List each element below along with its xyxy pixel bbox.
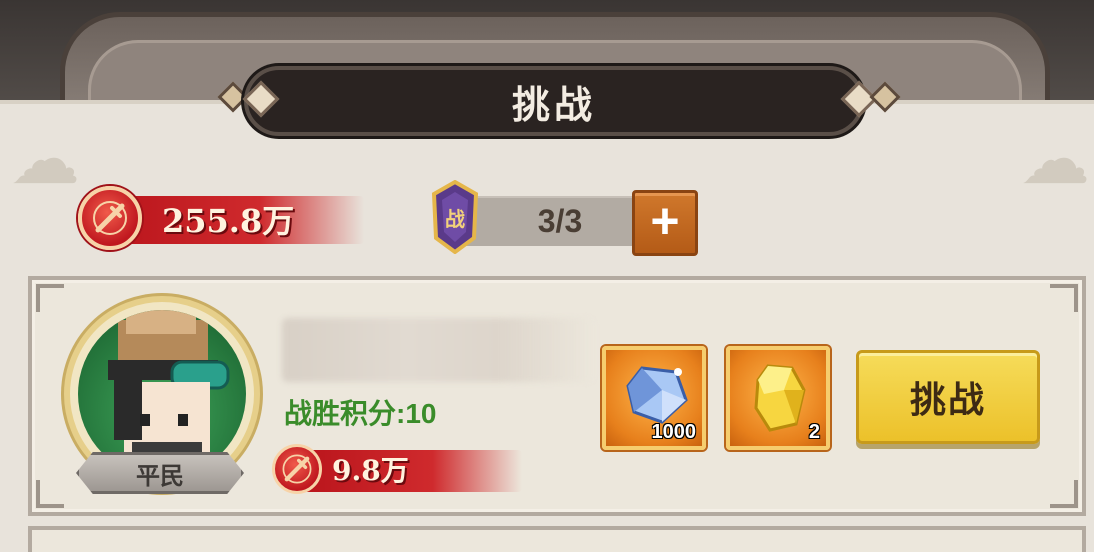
- svg-text:战: 战: [445, 207, 465, 231]
- challenge-button-label: 挑战: [909, 379, 986, 420]
- stamina-value: 3/3: [537, 203, 583, 239]
- rank-badge: 平民: [76, 452, 244, 494]
- card-corner-ornament: [1050, 480, 1078, 508]
- sword-emblem-icon: [78, 186, 142, 250]
- reward-count: 1000: [651, 421, 697, 443]
- combat-power-value: 255.8万: [162, 202, 295, 240]
- cloud-ornament-right: ☁: [1020, 118, 1090, 200]
- reward-slot[interactable]: 2: [726, 346, 830, 450]
- player-name-blurred: [282, 318, 594, 382]
- add-stamina-button[interactable]: +: [632, 190, 698, 256]
- title-banner: 挑战: [244, 66, 864, 136]
- sword-emblem-icon: [272, 444, 322, 494]
- plus-icon: +: [650, 193, 680, 249]
- rank-label: 平民: [136, 462, 184, 490]
- opponent-card-next: [28, 526, 1086, 552]
- opponent-power-value: 9.8万: [332, 454, 409, 487]
- card-corner-ornament: [36, 284, 64, 312]
- challenge-button[interactable]: 挑战: [856, 350, 1040, 444]
- reward-slot[interactable]: 1000: [602, 346, 706, 450]
- page-title: 挑战: [511, 82, 596, 127]
- card-corner-ornament: [36, 480, 64, 508]
- victory-score: 战胜积分:10: [284, 398, 437, 429]
- battle-token-icon: 战: [428, 179, 482, 255]
- reward-count: 2: [808, 421, 820, 443]
- card-corner-ornament: [1050, 284, 1078, 312]
- cloud-ornament-left: ☁: [10, 118, 80, 200]
